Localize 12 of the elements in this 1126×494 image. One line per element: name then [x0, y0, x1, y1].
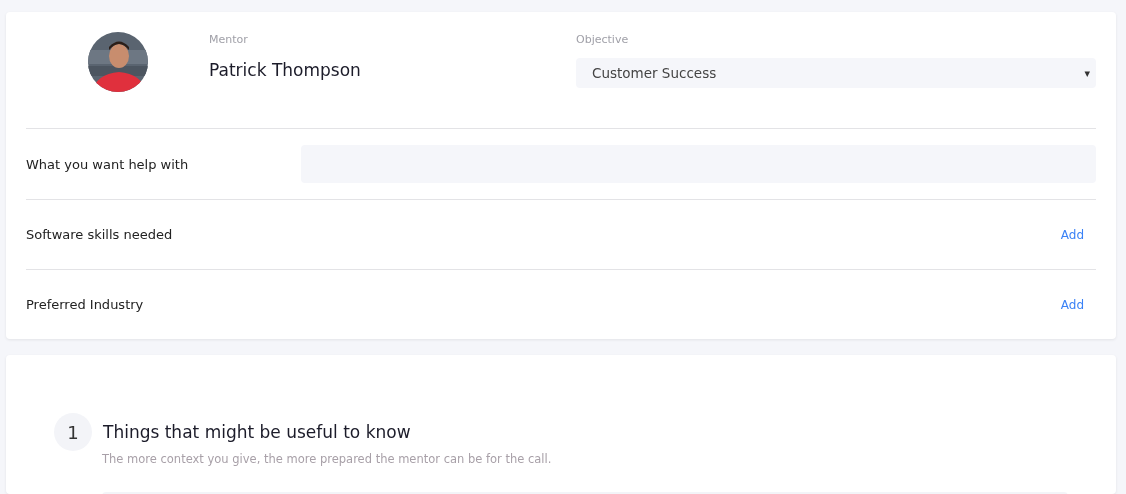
mentor-label: Mentor	[209, 33, 249, 47]
objective-select[interactable]: Customer Success ▾	[576, 58, 1096, 88]
row-label: Software skills needed	[26, 227, 174, 242]
add-link[interactable]: Add	[1060, 227, 1084, 242]
objective-label: Objective	[576, 33, 630, 47]
mentor-name: Patrick Thompson	[209, 60, 362, 80]
row-label: Preferred Industry	[26, 297, 145, 312]
row-label: What you want help with	[26, 156, 190, 172]
step-number: 1	[54, 413, 92, 451]
step-subtitle: The more context you give, the more prepared the mentor can be for the call.	[102, 452, 553, 466]
step-title: Things that might be useful to know	[103, 422, 411, 442]
add-link[interactable]: Add	[1060, 297, 1084, 312]
